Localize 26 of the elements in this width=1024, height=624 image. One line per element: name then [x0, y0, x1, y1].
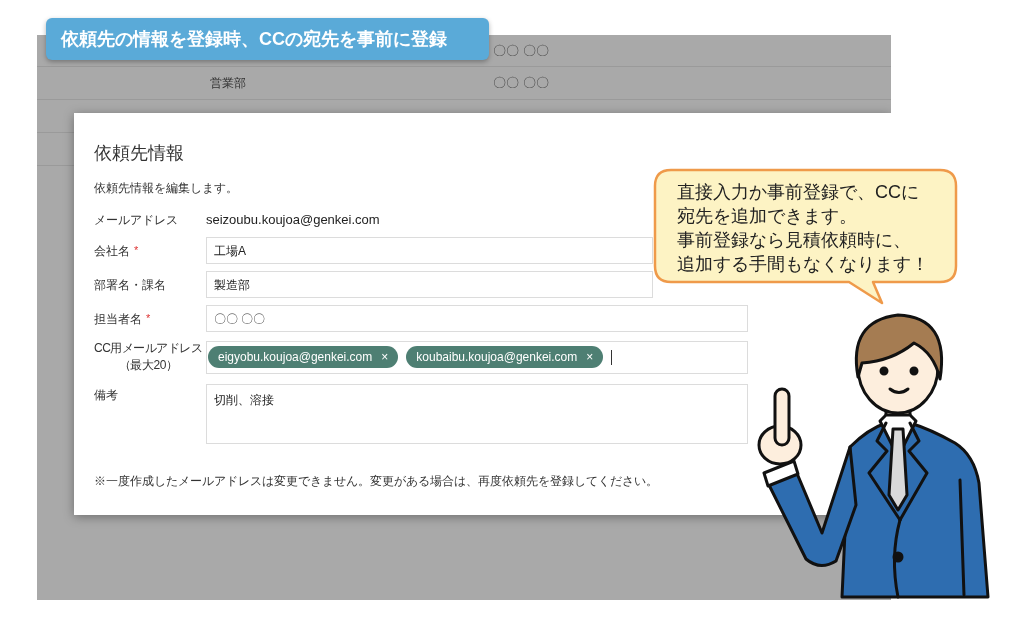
email-tag-text: eigyobu.koujoa@genkei.com	[218, 349, 373, 366]
speech-bubble-text: 直接入力か事前登録で、CCに 宛先を追加できます。 事前登録なら見積依頼時に、 追加する手間もなくなります！	[677, 181, 929, 276]
text-field[interactable]: 製造部	[206, 271, 653, 298]
required-mark: *	[146, 313, 151, 324]
table-cell-text: 〇〇 〇〇	[493, 74, 549, 93]
table-cell-text: 営業部	[210, 75, 246, 92]
banner-title: 依頼先の情報を登録時、CCの宛先を事前に登録	[46, 18, 489, 60]
field-label: 備考	[94, 387, 118, 404]
dialog-description: 依頼先情報を編集します。	[94, 181, 238, 195]
email-value: seizoubu.koujoa@genkei.com	[206, 211, 380, 230]
dialog-title: 依頼先情報	[94, 142, 184, 165]
text-field[interactable]: 〇〇 〇〇	[206, 305, 748, 332]
remarks-field[interactable]: 切削、溶接	[206, 384, 748, 444]
remove-tag-button[interactable]: ×	[586, 351, 594, 363]
field-label: CC用メールアドレス （最大20）	[94, 340, 203, 374]
field-label: 部署名・課名	[94, 276, 166, 294]
field-label: 担当者名	[94, 310, 142, 328]
remove-tag-button[interactable]: ×	[381, 351, 389, 363]
email-tag-text: koubaibu.koujoa@genkei.com	[416, 349, 578, 366]
footnote-text: ※一度作成したメールアドレスは変更できません。変更がある場合は、再度依頼先を登録してください。	[94, 474, 658, 488]
text-field[interactable]: 工場A	[206, 237, 653, 264]
table-cell-text: 〇〇 〇〇	[493, 41, 549, 60]
field-label: メールアドレス	[94, 212, 178, 229]
field-label: 会社名	[94, 242, 130, 260]
cc-email-field[interactable]: eigyobu.koujoa@genkei.com × koubaibu.koujoa@genkei.com ×	[206, 340, 748, 374]
required-mark: *	[134, 245, 139, 256]
